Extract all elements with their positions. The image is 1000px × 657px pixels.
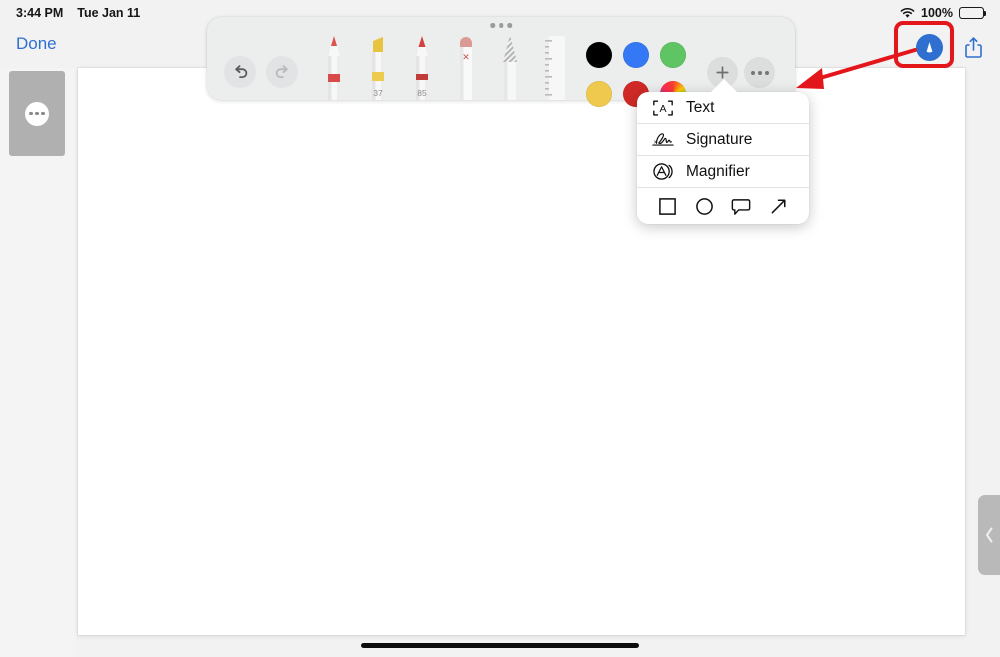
undo-redo-group [224,56,298,88]
tool-pen[interactable] [319,32,349,100]
wifi-icon [900,7,915,19]
text-box-icon: A [651,99,675,116]
popup-pointer-arrow [710,79,738,93]
tool-ruler[interactable] [537,28,567,100]
tool-label-highlighter: 37 [373,88,383,98]
ellipsis-icon[interactable] [25,101,49,126]
undo-button[interactable] [224,56,256,88]
menu-label-magnifier: Magnifier [686,162,750,180]
menu-item-text[interactable]: A Text [637,92,809,124]
signature-icon: x [651,131,675,149]
markup-toggle-button[interactable] [912,30,946,64]
square-icon[interactable] [658,197,677,216]
add-annotation-menu: A Text x Signature Magnifier [637,92,809,224]
status-bar-right: 100% [900,6,987,20]
magnifier-icon [651,162,675,181]
battery-icon [959,7,987,19]
color-swatch-blue[interactable] [623,42,649,68]
ellipsis-icon [744,57,775,88]
redo-button[interactable] [266,56,298,88]
color-swatch-black[interactable] [586,42,612,68]
status-bar-left: 3:44 PM Tue Jan 11 [16,6,140,20]
tool-row: 37 85 ✕ [319,17,579,100]
page-thumbnail-sidebar [0,68,76,657]
color-swatch-green[interactable] [660,42,686,68]
tool-eraser[interactable]: ✕ [451,24,481,100]
battery-percent: 100% [921,6,953,20]
menu-label-signature: Signature [686,130,753,148]
page-thumbnail[interactable] [9,71,65,156]
circle-icon[interactable] [695,197,714,216]
toolbar-more-button[interactable] [744,57,775,88]
status-time: 3:44 PM [16,6,64,20]
undo-arrow-icon [234,64,247,78]
redo-arrow-icon [275,64,288,78]
arrow-icon[interactable] [769,197,788,216]
markup-toolbar: 37 85 ✕ [207,17,795,107]
svg-text:✕: ✕ [462,52,470,62]
speech-bubble-icon[interactable] [731,197,751,216]
share-button[interactable] [960,32,986,62]
menu-item-magnifier[interactable]: Magnifier [637,156,809,188]
chevron-left-icon [985,527,992,543]
svg-text:x: x [654,139,657,145]
shape-tools-row [637,188,809,224]
svg-text:A: A [659,103,666,115]
tool-lasso[interactable] [495,30,525,100]
status-date: Tue Jan 11 [77,6,141,20]
menu-item-signature[interactable]: x Signature [637,124,809,156]
markup-pen-circle-icon [915,33,943,61]
color-swatch-yellow[interactable] [586,81,612,107]
done-button[interactable]: Done [16,34,57,54]
ipad-markup-screen: 3:44 PM Tue Jan 11 100% Done 37 85 ✕ A T… [0,0,1000,657]
share-icon [964,36,982,58]
sidebar-collapse-handle[interactable] [978,495,1000,575]
nav-bar-actions [912,30,986,64]
menu-label-text: Text [686,98,715,116]
tool-highlighter[interactable]: 37 [363,32,393,100]
home-indicator [361,643,639,648]
document-canvas[interactable] [78,68,965,635]
tool-label-thin-pen: 85 [417,88,427,98]
color-swatch-grid [586,42,696,107]
tool-thin-pen[interactable]: 85 [407,32,437,100]
